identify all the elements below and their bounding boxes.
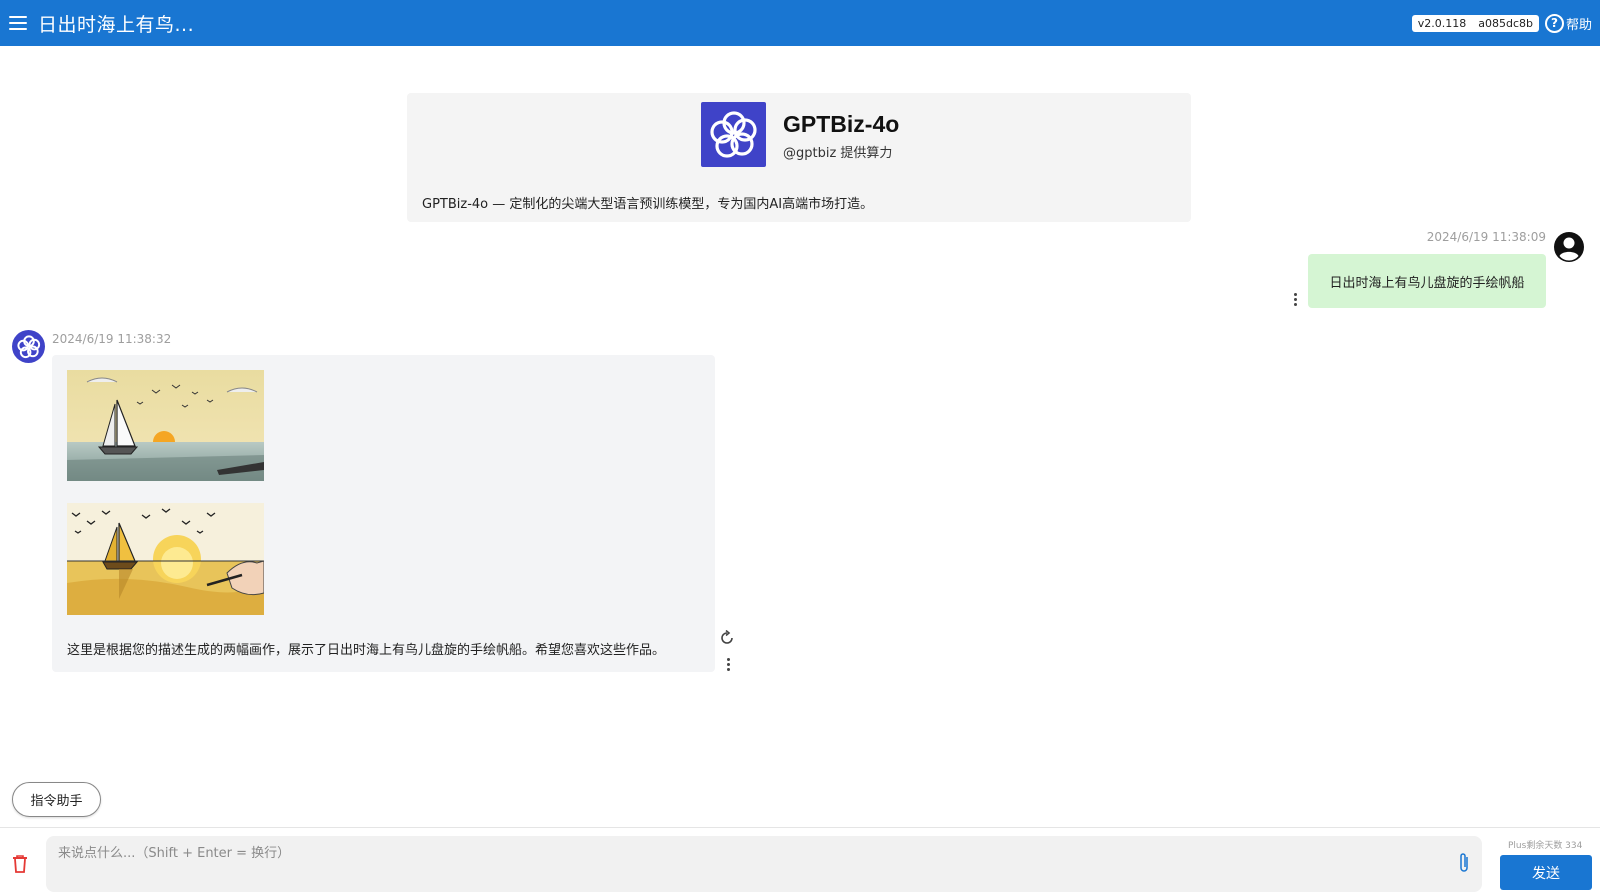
sailboat-sunrise-image (67, 370, 264, 481)
bot-message-text: 这里是根据您的描述生成的两幅画作，展示了日出时海上有鸟儿盘旋的手绘帆船。希望您喜… (67, 643, 666, 658)
model-provider: @gptbiz 提供算力 (783, 146, 893, 161)
model-logo (701, 102, 766, 167)
plus-remaining-days: Plus剩余天数 334 (1508, 841, 1583, 851)
bot-avatar (12, 330, 45, 363)
model-description: GPTBiz-4o — 定制化的尖端大型语言预训练模型，专为国内AI高端市场打造… (422, 197, 874, 212)
bot-message-bubble: 这里是根据您的描述生成的两幅画作，展示了日出时海上有鸟儿盘旋的手绘帆船。希望您喜… (52, 355, 715, 672)
bot-message-more-button[interactable] (721, 655, 735, 673)
model-name: GPTBiz-4o (783, 111, 900, 137)
question-circle-icon: ? (1544, 13, 1564, 33)
hamburger-menu-icon (9, 16, 27, 30)
user-message-more-button[interactable] (1288, 290, 1302, 308)
help-label: 帮助 (1565, 17, 1592, 33)
flower-logo-icon (709, 110, 757, 158)
golden-sailboat-image (67, 503, 264, 615)
refresh-icon[interactable] (719, 630, 735, 646)
menu-button[interactable] (0, 0, 36, 46)
input-divider (0, 827, 1600, 828)
conversation-title: 日出时海上有鸟... (38, 13, 195, 36)
help-button[interactable]: ? 帮助 (1544, 13, 1592, 33)
message-input[interactable] (46, 836, 1482, 892)
generated-image-2[interactable] (67, 503, 264, 615)
topbar-right: v2.0.118 a085dc8b ? 帮助 (1411, 0, 1592, 46)
user-message-timestamp: 2024/6/19 11:38:09 (1426, 230, 1546, 244)
trash-icon[interactable] (12, 854, 28, 874)
build-hash: a085dc8b (1478, 16, 1533, 30)
bot-message-timestamp: 2024/6/19 11:38:32 (52, 332, 172, 346)
user-message-text: 日出时海上有鸟儿盘旋的手绘帆船 (1329, 275, 1525, 291)
version-number: v2.0.118 (1417, 16, 1467, 30)
flower-logo-icon (16, 334, 40, 358)
generated-image-1[interactable] (67, 370, 264, 481)
paperclip-icon[interactable] (1456, 851, 1472, 875)
version-badge: v2.0.118 a085dc8b (1411, 14, 1539, 32)
send-button[interactable]: 发送 (1500, 855, 1592, 890)
command-helper-button[interactable]: 指令助手 (12, 782, 101, 817)
top-app-bar: 日出时海上有鸟... v2.0.118 a085dc8b ? 帮助 (0, 0, 1600, 46)
user-message-bubble: 日出时海上有鸟儿盘旋的手绘帆船 (1308, 254, 1546, 308)
model-info-card: GPTBiz-4o @gptbiz 提供算力 GPTBiz-4o — 定制化的尖… (407, 93, 1191, 222)
account-circle-icon (1554, 232, 1584, 262)
